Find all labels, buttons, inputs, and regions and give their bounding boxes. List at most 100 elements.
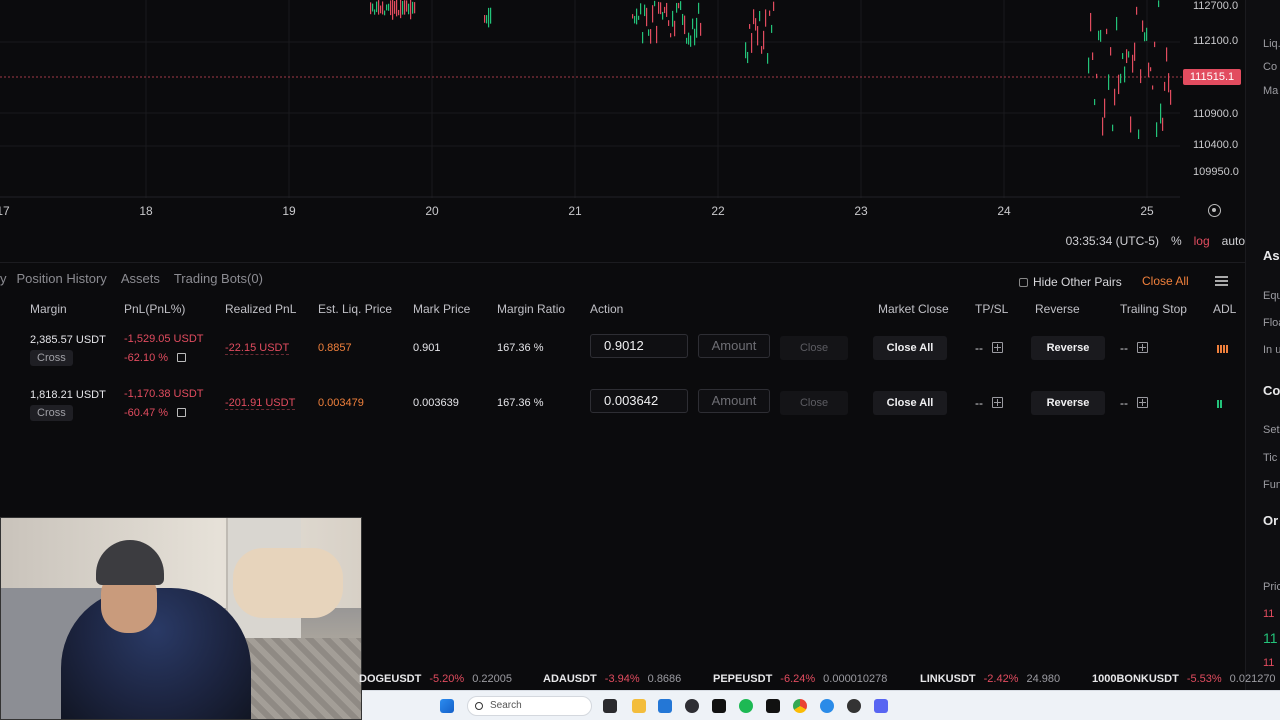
candle: [1124, 66, 1126, 83]
candle: [410, 0, 412, 20]
col-margin: Margin: [30, 302, 67, 316]
candle: [640, 3, 642, 15]
ticker-item[interactable]: LINKUSDT -2.42% 24.980: [920, 673, 1060, 685]
price-chart[interactable]: 112700.0 112100.0 111515.1 110900.0 1104…: [0, 0, 1245, 228]
candle: [1122, 53, 1124, 60]
spotify-icon[interactable]: [739, 699, 753, 713]
candle: [644, 4, 646, 17]
candle: [678, 2, 680, 9]
auto-scale-toggle[interactable]: auto: [1222, 234, 1245, 248]
start-menu-icon[interactable]: [440, 699, 454, 713]
chart-settings-icon[interactable]: [1208, 204, 1221, 217]
market-close-all-button[interactable]: Close All: [873, 391, 947, 415]
candle: [648, 29, 650, 36]
margin-mode-badge[interactable]: Cross: [30, 350, 73, 366]
ticker-item[interactable]: ADAUSDT -3.94% 0.8686: [543, 673, 681, 685]
candle: [668, 20, 670, 26]
col-action: Action: [590, 302, 624, 316]
candle: [1126, 49, 1128, 64]
mark-price: 0.003639: [413, 397, 459, 409]
candle: [1166, 47, 1168, 62]
capcut-icon[interactable]: [712, 699, 726, 713]
candle: [761, 46, 763, 54]
percent-scale-toggle[interactable]: %: [1171, 234, 1182, 248]
candle: [650, 29, 652, 44]
reverse-button[interactable]: Reverse: [1031, 336, 1105, 360]
add-tpsl-icon[interactable]: [992, 397, 1003, 408]
ticker-item[interactable]: PEPEUSDT -6.24% 0.000010278: [713, 673, 887, 685]
candle: [773, 1, 775, 11]
close-amount-input[interactable]: Amount: [698, 389, 770, 413]
candle: [656, 25, 658, 44]
file-explorer-icon[interactable]: [632, 699, 646, 713]
reverse-button[interactable]: Reverse: [1031, 391, 1105, 415]
close-price-input[interactable]: 0.9012: [590, 334, 688, 358]
clock-readout: 03:35:34 (UTC-5): [1065, 234, 1159, 248]
candle: [690, 35, 692, 47]
discord-icon[interactable]: [874, 699, 888, 713]
hide-other-pairs-checkbox[interactable]: [1019, 277, 1028, 287]
close-button[interactable]: Close: [780, 391, 848, 415]
candle: [642, 32, 644, 44]
candle: [749, 24, 751, 29]
candle: [757, 26, 759, 46]
candle: [384, 10, 386, 16]
tiktok-icon[interactable]: [766, 699, 780, 713]
candle: [698, 2, 700, 14]
candle: [672, 10, 674, 27]
tab-position-history[interactable]: Position History: [17, 271, 107, 286]
hide-other-pairs-toggle[interactable]: Hide Other Pairs: [1019, 275, 1122, 289]
settings-app-icon[interactable]: [847, 699, 861, 713]
candle: [763, 30, 765, 50]
store-icon[interactable]: [658, 699, 672, 713]
date-tick: 21: [568, 204, 582, 218]
candle: [646, 7, 648, 27]
ticker-price: 0.22005: [472, 673, 512, 685]
candle: [1152, 85, 1154, 90]
add-trailing-stop-icon[interactable]: [1137, 342, 1148, 353]
close-button[interactable]: Close: [780, 336, 848, 360]
ticker-item[interactable]: 1000BONKUSDT -5.53% 0.021270: [1092, 673, 1276, 685]
add-tpsl-icon[interactable]: [992, 342, 1003, 353]
tab-trading-bots[interactable]: Trading Bots(0): [174, 271, 263, 286]
candle: [376, 1, 378, 13]
col-margin-ratio: Margin Ratio: [497, 302, 566, 316]
share-icon[interactable]: [177, 408, 186, 417]
share-icon[interactable]: [177, 353, 186, 362]
tab-assets[interactable]: Assets: [121, 271, 160, 286]
price-level-4: 110400.0: [1193, 139, 1239, 151]
add-trailing-stop-icon[interactable]: [1137, 397, 1148, 408]
candle: [1090, 12, 1092, 32]
candle: [1134, 42, 1136, 61]
col-realized-pnl: Realized PnL: [225, 302, 297, 316]
candle: [1148, 62, 1150, 78]
margin-mode-badge[interactable]: Cross: [30, 405, 73, 421]
panel-label: In u: [1263, 344, 1280, 356]
candle: [374, 9, 376, 15]
margin-ratio: 167.36 %: [497, 397, 544, 409]
close-amount-input[interactable]: Amount: [698, 334, 770, 358]
edge-icon[interactable]: [820, 699, 834, 713]
candle: [1096, 73, 1098, 79]
candle: [662, 11, 664, 20]
adl-indicator: [1217, 400, 1222, 408]
ticker-change: -5.53%: [1186, 673, 1222, 685]
chrome-icon[interactable]: [793, 699, 807, 713]
task-view-icon[interactable]: [603, 699, 617, 713]
taskbar-search-input[interactable]: Search: [467, 696, 592, 716]
candle: [1088, 57, 1090, 74]
price-level-1: 112700.0: [1193, 0, 1239, 12]
margin-ratio: 167.36 %: [497, 342, 544, 354]
log-scale-toggle[interactable]: log: [1194, 234, 1210, 248]
ticker-item[interactable]: DOGEUSDT -5.20% 0.22005: [359, 673, 512, 685]
chart-time-bar: 03:35:34 (UTC-5) % log auto: [1066, 232, 1245, 250]
candle: [1100, 29, 1102, 42]
table-settings-icon[interactable]: [1215, 276, 1228, 286]
close-all-button[interactable]: Close All: [1142, 274, 1189, 288]
panel-label: Tic: [1263, 452, 1278, 464]
ticker-change: -3.94%: [604, 673, 640, 685]
market-close-all-button[interactable]: Close All: [873, 336, 947, 360]
app-icon[interactable]: [685, 699, 699, 713]
tab-positions-partial[interactable]: y: [0, 271, 7, 286]
close-price-input[interactable]: 0.003642: [590, 389, 688, 413]
